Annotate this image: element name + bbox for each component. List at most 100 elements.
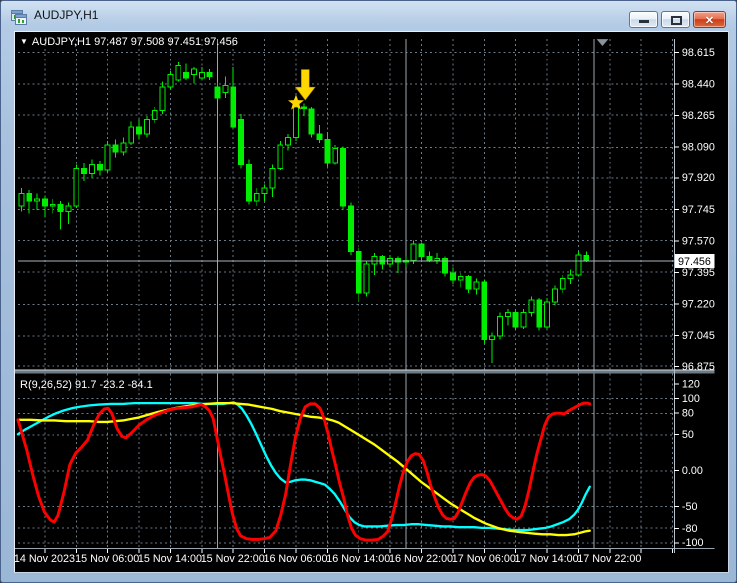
candle-bear: [214, 86, 221, 99]
chart-shift-marker-icon: [596, 39, 609, 47]
annotations: [288, 39, 609, 110]
candle-bull: [222, 84, 229, 94]
candles: [18, 61, 590, 364]
candle-bear: [426, 256, 433, 261]
chart-window: AUDJPY,H1 ✕ 98.615 98.440 98.265 98.090 97.9…: [0, 0, 737, 583]
candle-bull: [575, 254, 582, 276]
candle-bull: [253, 193, 260, 202]
indicator-axis-label: 120: [682, 379, 700, 391]
candle-bear: [206, 72, 213, 77]
candle-bull: [198, 72, 205, 79]
title-bar[interactable]: AUDJPY,H1 ✕: [1, 1, 736, 30]
time-axis-label: 16 Nov 14:00: [326, 553, 390, 565]
candle-bull: [410, 243, 417, 261]
candle-bull: [559, 277, 566, 290]
indicator-axis-label: 100: [682, 393, 700, 405]
indicator-axis-label: -80: [682, 523, 698, 535]
candle-bear: [379, 256, 386, 265]
candle-bull: [269, 167, 276, 189]
candle-bear: [481, 281, 488, 341]
candle-bear: [26, 193, 33, 202]
candle-bull: [457, 276, 464, 281]
restore-icon: [671, 16, 682, 25]
candle-bull: [520, 312, 527, 328]
time-axis-label: 15 Nov 14:00: [138, 553, 202, 565]
candle-bull: [544, 301, 550, 328]
time-axis-label: 16 Nov 06:00: [263, 553, 327, 565]
candle-bull: [120, 142, 127, 153]
close-icon: ✕: [704, 15, 715, 27]
price-axis-label: 97.220: [682, 299, 715, 311]
candle-bear: [347, 205, 354, 252]
candle-bear: [449, 272, 456, 281]
chart-canvas[interactable]: 98.615 98.440 98.265 98.090 97.920 97.745 97.5…: [15, 32, 728, 572]
candle-bull: [332, 147, 339, 164]
candle-bear: [536, 299, 543, 328]
candle-bull: [167, 73, 174, 88]
candle-bull: [49, 203, 56, 207]
indicator-axis-label: -50: [682, 501, 698, 513]
candle-bear: [512, 312, 519, 328]
price-axis-label: 98.265: [682, 110, 715, 122]
price-axis-label: 97.045: [682, 330, 715, 342]
candle-bear: [355, 250, 362, 294]
candle-bull: [151, 110, 158, 121]
price-axis-label: 97.920: [682, 172, 715, 184]
indicator-line-yellow: [16, 401, 591, 537]
candle-bull: [504, 312, 511, 317]
candle-bear: [81, 167, 88, 175]
candle-bear: [324, 138, 331, 164]
panel-splitter: [15, 369, 715, 371]
price-gridlines: [17, 51, 675, 544]
candle-bull: [128, 126, 135, 144]
price-axis-label: 97.395: [682, 267, 715, 279]
candle-bull: [261, 187, 268, 195]
restore-button[interactable]: [661, 11, 690, 28]
candle-bull: [293, 106, 299, 139]
price-axis-label: 98.615: [682, 47, 715, 59]
time-axis: [44, 549, 674, 554]
candle-bull: [363, 263, 370, 294]
candle-bear: [395, 258, 401, 263]
indicator-axis-label: 50: [682, 429, 694, 441]
candle-bull: [473, 281, 480, 290]
candle-bull: [65, 205, 72, 213]
time-axis-label: 17 Nov 06:00: [452, 553, 516, 565]
price-axis-label: 96.875: [682, 361, 715, 373]
price-axis-label: 97.570: [682, 235, 715, 247]
candle-bear: [230, 86, 237, 128]
indicator-values-label: R(9,26,52) 91.7 -23.2 -84.1: [20, 379, 153, 391]
candle-bull: [371, 256, 378, 265]
indicator-axis-label: 80: [682, 407, 694, 419]
candle-bear: [308, 108, 315, 135]
candle-bear: [96, 164, 103, 171]
candle-bull: [143, 119, 150, 135]
candle-bear: [112, 144, 119, 153]
candle-bear: [57, 203, 64, 213]
candle-bull: [551, 288, 558, 303]
candle-bear: [183, 72, 190, 79]
candle-bull: [277, 144, 284, 169]
candle-bear: [300, 106, 307, 110]
close-button[interactable]: ✕: [693, 11, 726, 28]
candle-bull: [434, 258, 441, 261]
candle-bull: [73, 167, 80, 207]
candle-bull: [285, 137, 292, 146]
candle-bear: [238, 119, 245, 166]
window-title: AUDJPY,H1: [34, 8, 99, 22]
app-icon: [11, 9, 27, 25]
current-price-value: 97.456: [678, 256, 711, 268]
candle-bull: [159, 86, 166, 112]
candle-bull: [497, 315, 503, 337]
chart-client-area[interactable]: 98.615 98.440 98.265 98.090 97.920 97.745 97.5…: [14, 31, 729, 573]
time-axis-label: 14 Nov 2023: [15, 553, 75, 565]
candle-bear: [245, 164, 252, 202]
minimize-button[interactable]: [629, 11, 658, 28]
indicator-axis-label: -100: [682, 537, 704, 549]
collapse-arrow-icon: ▼: [20, 37, 28, 46]
time-axis-label: 15 Nov 06:00: [75, 553, 139, 565]
price-axis-label: 97.745: [682, 204, 715, 216]
candle-bear: [465, 276, 472, 290]
time-axis-label: 17 Nov 14:00: [515, 553, 579, 565]
candle-bull: [18, 193, 25, 207]
